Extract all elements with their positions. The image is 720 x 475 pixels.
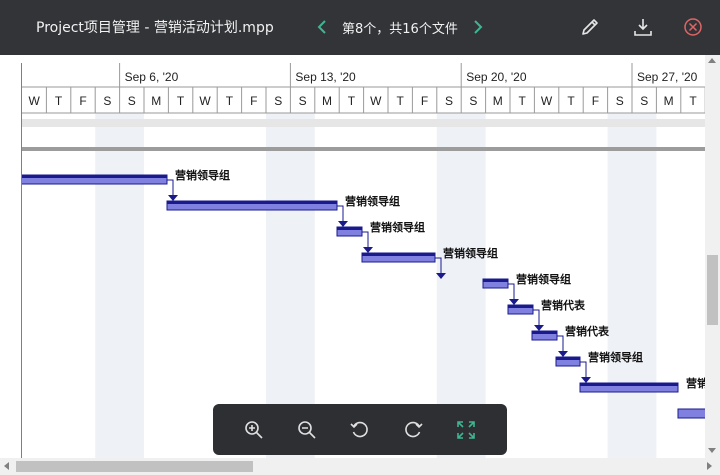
chevron-right-icon[interactable]	[468, 15, 488, 39]
scroll-left-icon[interactable]	[4, 462, 9, 470]
day-letter: F	[592, 94, 599, 108]
dependency-line	[508, 283, 515, 300]
page-margin	[0, 55, 21, 458]
day-letter: S	[616, 94, 624, 108]
day-letter: T	[348, 94, 356, 108]
pager-text: 第8个，共16个文件	[342, 21, 458, 37]
dependency-arrow	[534, 325, 544, 331]
summary-row-bar	[22, 147, 707, 151]
task-bar	[677, 408, 707, 419]
dependency-line	[533, 309, 540, 326]
day-letter: T	[397, 94, 405, 108]
weekend-shading	[607, 113, 657, 458]
task-bar-top	[337, 227, 362, 230]
day-letter: T	[567, 94, 575, 108]
day-letter: S	[469, 94, 477, 108]
dependency-line	[580, 361, 587, 378]
horizontal-scroll-thumb[interactable]	[16, 461, 253, 472]
task-resource-label: 营销领导组	[345, 194, 400, 208]
dependency-line	[337, 205, 344, 222]
day-letter: T	[519, 94, 527, 108]
day-letter: S	[274, 94, 282, 108]
day-letter: S	[640, 94, 648, 108]
day-letter: W	[29, 94, 41, 108]
day-letter: M	[493, 94, 503, 108]
task-resource-label: 营销领导组	[370, 220, 425, 234]
scroll-up-icon[interactable]	[708, 58, 716, 63]
task-bar-top	[580, 383, 678, 386]
dependency-arrow	[168, 195, 178, 201]
task-resource-label: 营销代表	[565, 324, 610, 338]
task-bar-top	[532, 331, 557, 334]
file-pager: 第8个，共16个文件	[312, 14, 488, 40]
day-letter: F	[421, 94, 428, 108]
summary-row-band	[22, 119, 707, 127]
scroll-down-icon[interactable]	[708, 448, 716, 453]
day-letter: S	[103, 94, 111, 108]
zoom-in-icon[interactable]	[238, 414, 270, 446]
day-letter: S	[445, 94, 453, 108]
day-letter: M	[664, 94, 674, 108]
viewer-header: Project项目管理 - 营销活动计划.mpp 第8个，共16个文件	[0, 0, 720, 55]
vertical-scroll-thumb[interactable]	[707, 255, 718, 325]
week-label: Sep 13, '20	[295, 70, 356, 84]
day-letter: T	[55, 94, 63, 108]
day-letter: T	[226, 94, 234, 108]
dependency-arrow	[558, 351, 568, 357]
horizontal-scrollbar[interactable]	[0, 458, 720, 475]
week-label: Sep 6, '20	[125, 70, 179, 84]
weekend-shading	[95, 113, 144, 458]
day-letter: W	[370, 94, 382, 108]
dependency-line	[362, 231, 369, 248]
pencil-icon[interactable]	[576, 13, 604, 41]
gantt-timescale: Sep 6, '20 Sep 13, '20 Sep 20, '20 Sep 27, …	[22, 63, 707, 458]
day-letter: W	[541, 94, 553, 108]
task-resource-label: 营销领导组	[686, 376, 707, 390]
day-letter: W	[199, 94, 211, 108]
task-resource-label: 营销领导组	[516, 272, 571, 286]
task-bar-top	[22, 175, 167, 178]
task-resource-label: 营销领导组	[175, 168, 230, 182]
day-letter: T	[689, 94, 697, 108]
dependency-arrow	[338, 221, 348, 227]
day-letter: F	[250, 94, 257, 108]
day-letter: M	[151, 94, 161, 108]
scroll-right-icon[interactable]	[707, 462, 712, 470]
dependency-arrow	[363, 247, 373, 253]
zoom-toolbar	[213, 404, 507, 455]
week-label: Sep 27, '20	[637, 70, 698, 84]
task-bar-top	[483, 279, 508, 282]
dependency-line	[557, 335, 564, 352]
dependency-arrow	[509, 299, 519, 305]
dependency-arrow	[581, 377, 591, 383]
task-resource-label: 营销领导组	[443, 246, 498, 260]
day-letter: S	[128, 94, 136, 108]
gantt-chart: Sep 6, '20 Sep 13, '20 Sep 20, '20 Sep 27, …	[21, 63, 707, 458]
close-circle-icon[interactable]	[679, 13, 707, 41]
day-letter: T	[177, 94, 185, 108]
dependency-line	[167, 179, 174, 196]
task-resource-label: 营销代表	[541, 298, 586, 312]
task-bar-top	[556, 357, 580, 360]
download-icon[interactable]	[629, 13, 657, 41]
chevron-left-icon[interactable]	[312, 15, 332, 39]
day-letter: S	[299, 94, 307, 108]
task-bar-top	[508, 305, 533, 308]
day-letter: F	[79, 94, 86, 108]
zoom-out-icon[interactable]	[291, 414, 323, 446]
task-bar-top	[167, 201, 337, 204]
rotate-left-icon[interactable]	[344, 414, 376, 446]
week-label: Sep 20, '20	[466, 70, 527, 84]
task-resource-label: 营销领导组	[588, 350, 643, 364]
task-bar-top	[362, 253, 435, 256]
file-title: Project项目管理 - 营销活动计划.mpp	[36, 20, 274, 36]
rotate-right-icon[interactable]	[397, 414, 429, 446]
day-letter: M	[322, 94, 332, 108]
fullscreen-icon[interactable]	[450, 414, 482, 446]
vertical-scrollbar[interactable]	[705, 55, 720, 458]
